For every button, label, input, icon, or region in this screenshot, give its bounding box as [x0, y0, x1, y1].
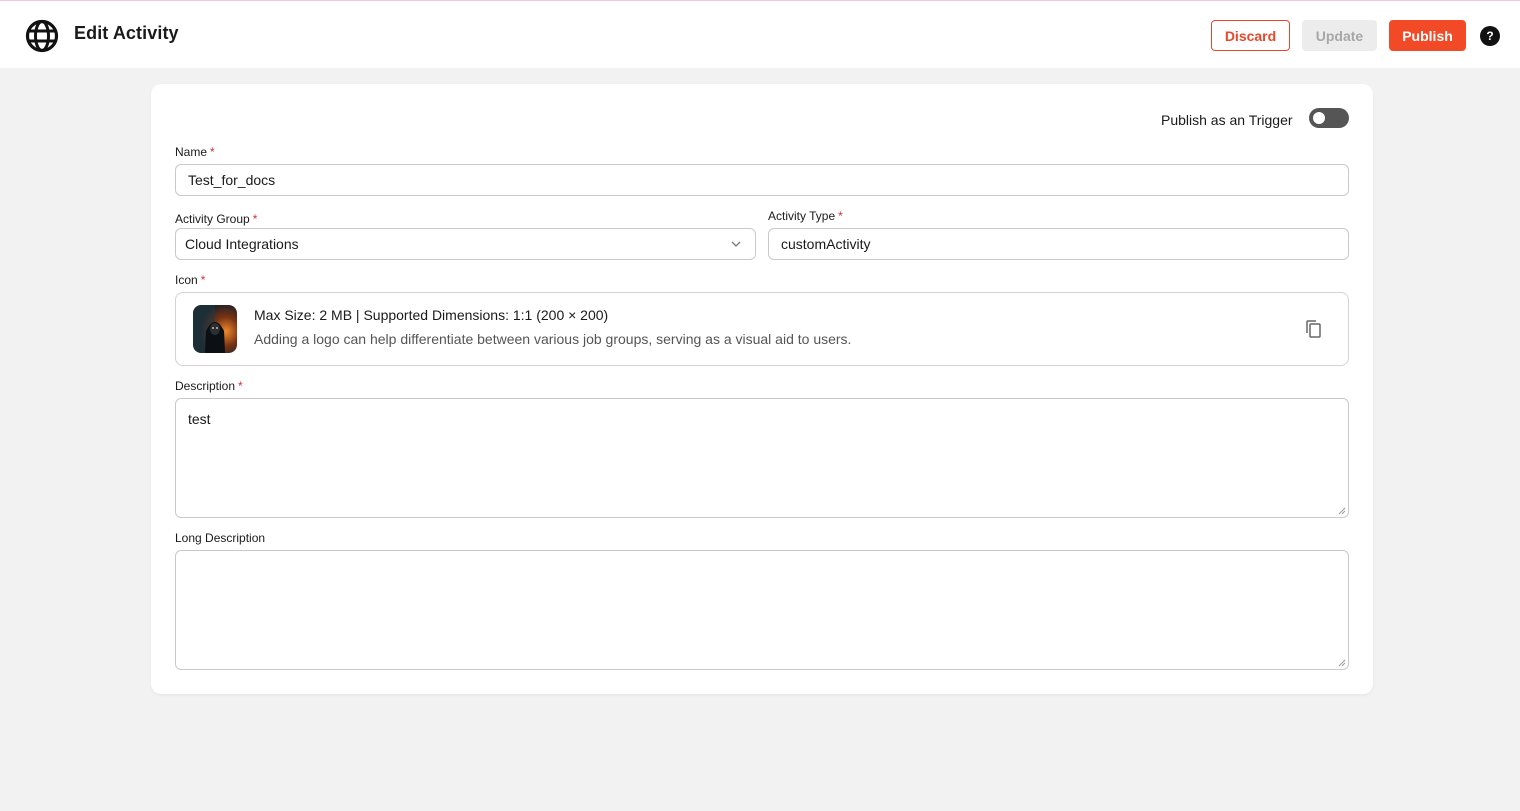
required-mark: * — [252, 212, 258, 226]
activity-icon-thumbnail[interactable] — [193, 305, 237, 353]
description-label-text: Description — [175, 379, 236, 393]
activity-group-value: Cloud Integrations — [185, 236, 299, 252]
trigger-toggle-label: Publish as an Trigger — [1161, 112, 1293, 128]
activity-group-select[interactable]: Cloud Integrations — [175, 228, 756, 260]
icon-label: Icon * — [175, 273, 205, 287]
required-mark: * — [238, 379, 243, 393]
activity-type-label-text: Activity Type — [768, 209, 836, 223]
chevron-down-icon — [731, 241, 741, 247]
name-label-text: Name — [175, 145, 208, 159]
globe-icon — [25, 19, 59, 53]
publish-button[interactable]: Publish — [1389, 20, 1466, 51]
icon-size-info: Max Size: 2 MB | Supported Dimensions: 1… — [254, 307, 609, 323]
description-value: test — [188, 411, 211, 427]
activity-group-label-text: Activity Group — [175, 212, 250, 226]
icon-label-text: Icon — [175, 273, 198, 287]
resize-handle-icon[interactable] — [1338, 507, 1346, 515]
header-bar: Edit Activity Discard Update Publish ? — [0, 4, 1520, 68]
toggle-knob — [1313, 112, 1325, 124]
name-input[interactable]: Test_for_docs — [175, 164, 1349, 196]
help-icon[interactable]: ? — [1480, 26, 1500, 46]
copy-icon[interactable] — [1304, 319, 1324, 339]
required-mark: * — [838, 209, 843, 223]
activity-type-input[interactable]: customActivity — [768, 228, 1349, 260]
activity-type-label: Activity Type * — [768, 209, 843, 223]
name-input-value: Test_for_docs — [188, 172, 276, 188]
update-button[interactable]: Update — [1302, 20, 1377, 51]
required-mark: * — [200, 273, 206, 287]
long-description-textarea[interactable] — [175, 550, 1349, 670]
page-title: Edit Activity — [74, 23, 179, 43]
description-textarea[interactable]: test — [175, 398, 1349, 518]
icon-upload-box[interactable]: Max Size: 2 MB | Supported Dimensions: 1… — [175, 292, 1349, 366]
long-description-label: Long Description — [175, 531, 265, 545]
discard-button[interactable]: Discard — [1211, 20, 1290, 51]
long-description-label-text: Long Description — [175, 531, 266, 545]
resize-handle-icon[interactable] — [1338, 659, 1346, 667]
activity-group-label: Activity Group * — [175, 212, 257, 226]
trigger-toggle[interactable] — [1309, 108, 1349, 128]
activity-type-value: customActivity — [781, 236, 871, 252]
required-mark: * — [210, 145, 215, 159]
name-label: Name * — [175, 145, 215, 159]
icon-help-text: Adding a logo can help differentiate bet… — [254, 331, 852, 347]
description-label: Description * — [175, 379, 243, 393]
